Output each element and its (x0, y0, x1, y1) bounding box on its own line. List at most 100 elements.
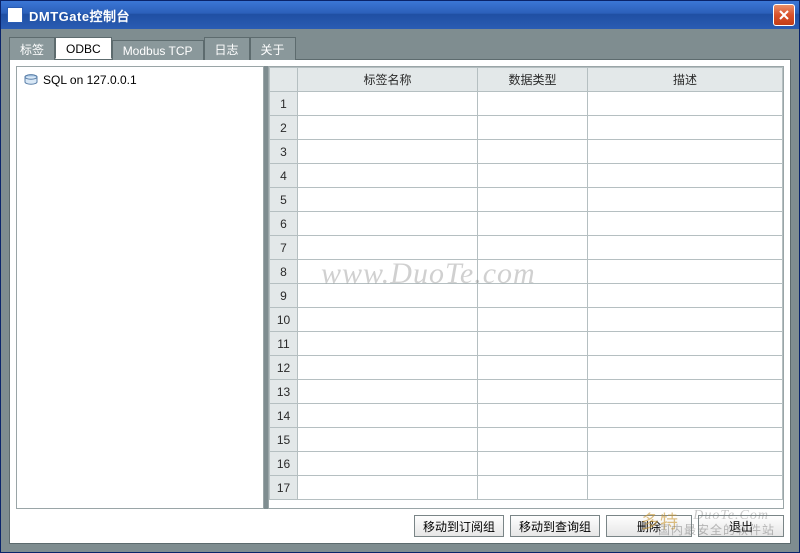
cell[interactable] (298, 476, 478, 500)
cell[interactable] (478, 404, 588, 428)
table-row[interactable]: 15 (270, 428, 783, 452)
table-row[interactable]: 8 (270, 260, 783, 284)
row-number[interactable]: 5 (270, 188, 298, 212)
table-row[interactable]: 3 (270, 140, 783, 164)
table-row[interactable]: 9 (270, 284, 783, 308)
tab-odbc[interactable]: ODBC (55, 37, 112, 59)
table-row[interactable]: 7 (270, 236, 783, 260)
cell[interactable] (298, 260, 478, 284)
cell[interactable] (478, 308, 588, 332)
cell[interactable] (298, 164, 478, 188)
move-to-query-button[interactable]: 移动到查询组 (510, 515, 600, 537)
cell[interactable] (298, 332, 478, 356)
table-row[interactable]: 6 (270, 212, 783, 236)
cell[interactable] (588, 452, 783, 476)
table-row[interactable]: 17 (270, 476, 783, 500)
cell[interactable] (588, 404, 783, 428)
cell[interactable] (478, 236, 588, 260)
cell[interactable] (588, 356, 783, 380)
cell[interactable] (478, 140, 588, 164)
tab-log[interactable]: 日志 (204, 37, 250, 60)
cell[interactable] (478, 380, 588, 404)
cell[interactable] (298, 116, 478, 140)
row-number[interactable]: 3 (270, 140, 298, 164)
row-number[interactable]: 9 (270, 284, 298, 308)
table-row[interactable]: 5 (270, 188, 783, 212)
tab-about[interactable]: 关于 (250, 37, 296, 60)
table-row[interactable]: 12 (270, 356, 783, 380)
tab-modbus[interactable]: Modbus TCP (112, 40, 204, 60)
tag-grid[interactable]: 标签名称 数据类型 描述 1234567891011121314151617 (268, 66, 784, 509)
cell[interactable] (588, 476, 783, 500)
cell[interactable] (588, 92, 783, 116)
close-button[interactable] (773, 4, 795, 26)
row-number[interactable]: 8 (270, 260, 298, 284)
col-header-type[interactable]: 数据类型 (478, 68, 588, 92)
cell[interactable] (588, 380, 783, 404)
table-row[interactable]: 13 (270, 380, 783, 404)
cell[interactable] (298, 212, 478, 236)
cell[interactable] (478, 452, 588, 476)
tree-item[interactable]: SQL on 127.0.0.1 (21, 71, 259, 89)
row-number[interactable]: 15 (270, 428, 298, 452)
cell[interactable] (298, 452, 478, 476)
table-row[interactable]: 10 (270, 308, 783, 332)
row-number[interactable]: 11 (270, 332, 298, 356)
table-row[interactable]: 4 (270, 164, 783, 188)
connection-tree[interactable]: SQL on 127.0.0.1 (16, 66, 264, 509)
cell[interactable] (588, 164, 783, 188)
row-number[interactable]: 17 (270, 476, 298, 500)
cell[interactable] (588, 332, 783, 356)
cell[interactable] (298, 284, 478, 308)
table-row[interactable]: 1 (270, 92, 783, 116)
row-number[interactable]: 7 (270, 236, 298, 260)
row-number[interactable]: 1 (270, 92, 298, 116)
table-row[interactable]: 16 (270, 452, 783, 476)
table-row[interactable]: 2 (270, 116, 783, 140)
table-row[interactable]: 11 (270, 332, 783, 356)
cell[interactable] (588, 260, 783, 284)
row-number[interactable]: 2 (270, 116, 298, 140)
cell[interactable] (478, 116, 588, 140)
tab-tags[interactable]: 标签 (9, 37, 55, 60)
cell[interactable] (588, 188, 783, 212)
row-number[interactable]: 10 (270, 308, 298, 332)
cell[interactable] (298, 380, 478, 404)
cell[interactable] (298, 140, 478, 164)
cell[interactable] (478, 284, 588, 308)
exit-button[interactable]: 退出 (698, 515, 784, 537)
col-header-desc[interactable]: 描述 (588, 68, 783, 92)
cell[interactable] (478, 260, 588, 284)
cell[interactable] (478, 356, 588, 380)
cell[interactable] (588, 236, 783, 260)
col-header-name[interactable]: 标签名称 (298, 68, 478, 92)
cell[interactable] (588, 308, 783, 332)
cell[interactable] (478, 428, 588, 452)
delete-button[interactable]: 删除 (606, 515, 692, 537)
cell[interactable] (298, 356, 478, 380)
cell[interactable] (588, 116, 783, 140)
cell[interactable] (298, 236, 478, 260)
row-number[interactable]: 16 (270, 452, 298, 476)
cell[interactable] (478, 164, 588, 188)
move-to-subscribe-button[interactable]: 移动到订阅组 (414, 515, 504, 537)
cell[interactable] (478, 332, 588, 356)
row-number[interactable]: 14 (270, 404, 298, 428)
table-row[interactable]: 14 (270, 404, 783, 428)
col-header-rownum[interactable] (270, 68, 298, 92)
cell[interactable] (478, 188, 588, 212)
cell[interactable] (588, 212, 783, 236)
row-number[interactable]: 12 (270, 356, 298, 380)
row-number[interactable]: 6 (270, 212, 298, 236)
cell[interactable] (478, 212, 588, 236)
cell[interactable] (298, 92, 478, 116)
cell[interactable] (298, 188, 478, 212)
cell[interactable] (298, 308, 478, 332)
cell[interactable] (588, 428, 783, 452)
row-number[interactable]: 13 (270, 380, 298, 404)
cell[interactable] (298, 428, 478, 452)
cell[interactable] (478, 92, 588, 116)
row-number[interactable]: 4 (270, 164, 298, 188)
cell[interactable] (588, 284, 783, 308)
cell[interactable] (298, 404, 478, 428)
